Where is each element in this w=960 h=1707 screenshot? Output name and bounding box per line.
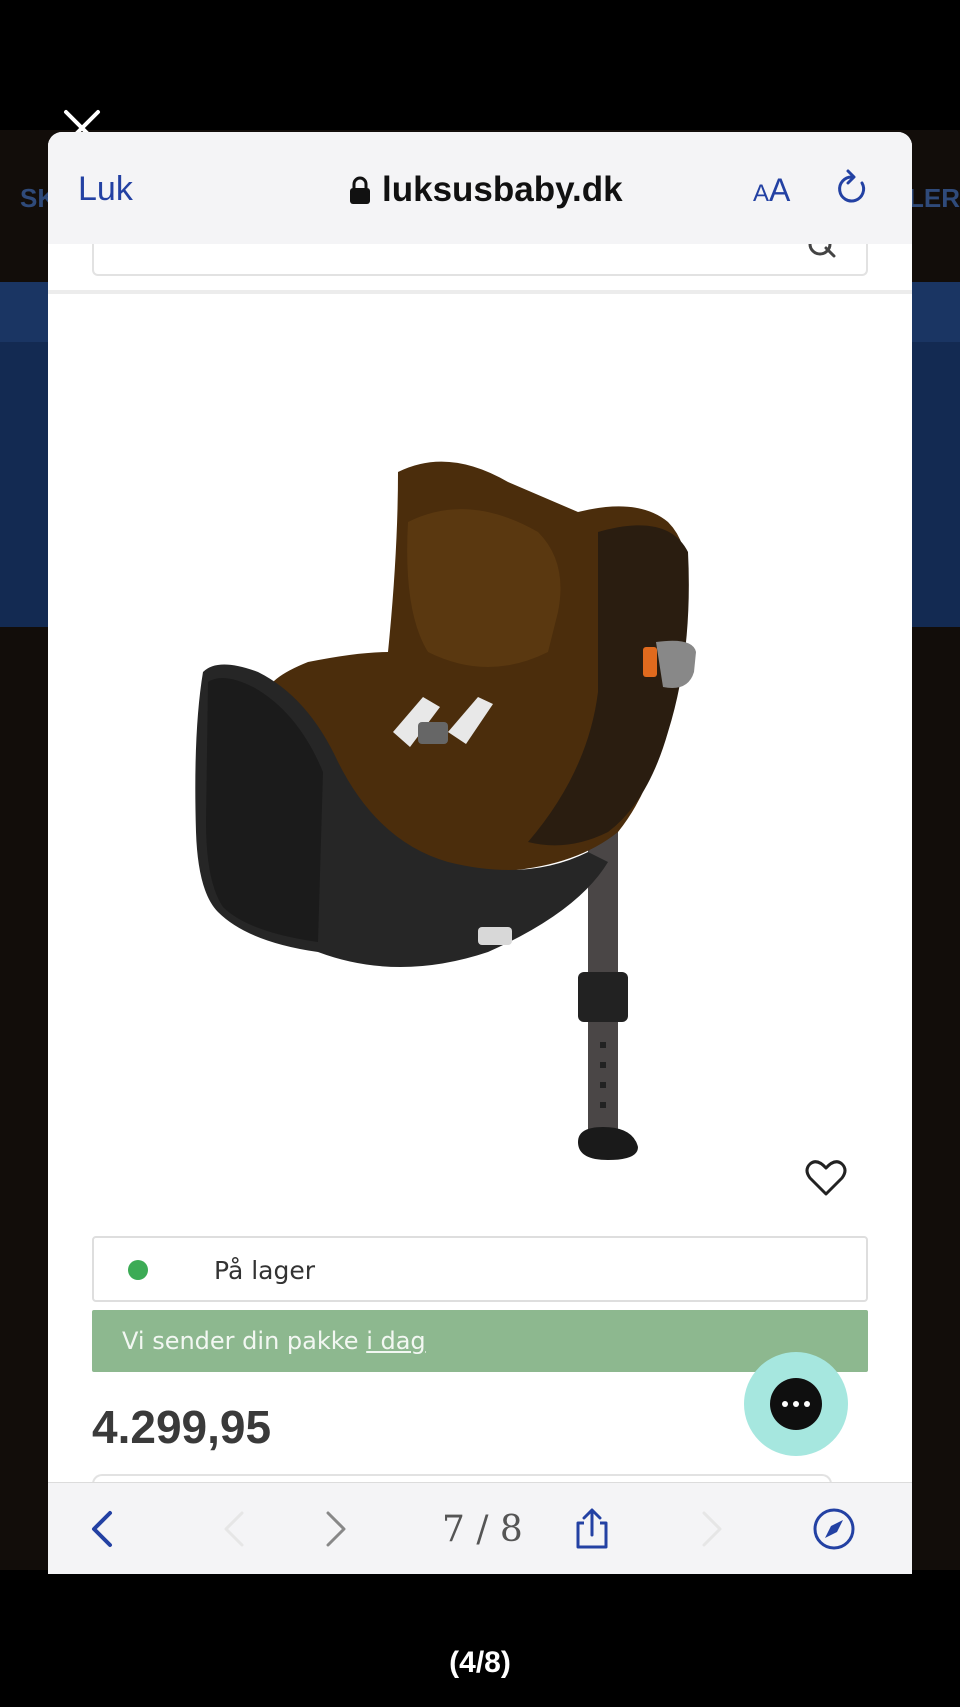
address-bar[interactable]: luksusbaby.dk — [348, 170, 623, 210]
chat-icon — [770, 1378, 822, 1430]
heart-icon[interactable] — [804, 1156, 848, 1200]
image-caption: (4/8) — [449, 1646, 511, 1679]
browser-top-bar: Luk luksusbaby.dk AA — [48, 132, 912, 244]
browser-sheet: Luk luksusbaby.dk AA På lager Vi sender … — [48, 132, 912, 1574]
background-text-right: LER — [908, 183, 960, 213]
url-text: luksusbaby.dk — [382, 170, 623, 209]
share-icon[interactable] — [570, 1507, 614, 1551]
product-image[interactable] — [148, 352, 788, 1272]
lock-icon — [350, 176, 370, 204]
header-divider — [48, 290, 912, 294]
browser-toolbar: 7 / 8 — [48, 1482, 912, 1574]
text-size-button[interactable]: AA — [753, 172, 790, 209]
close-sheet-button[interactable]: Luk — [78, 170, 133, 209]
back-icon[interactable] — [82, 1507, 126, 1551]
search-icon — [808, 244, 836, 258]
in-stock-indicator — [128, 1260, 148, 1280]
shipping-prefix: Vi sender din pakke — [122, 1327, 367, 1355]
text-size-small-glyph: A — [753, 180, 770, 207]
stock-status-label: På lager — [214, 1256, 316, 1285]
product-price: 4.299,95 — [92, 1401, 272, 1453]
chat-button[interactable] — [744, 1352, 848, 1456]
forward-icon — [702, 1511, 722, 1547]
shipping-today-link[interactable]: i dag — [366, 1327, 425, 1355]
compass-icon[interactable] — [812, 1507, 856, 1551]
shipping-text: Vi sender din pakke i dag — [122, 1327, 426, 1355]
next-icon[interactable] — [312, 1507, 356, 1551]
search-input[interactable] — [92, 244, 868, 276]
text-size-large-glyph: A — [769, 172, 791, 208]
stock-status: På lager — [92, 1236, 868, 1302]
prev-icon — [224, 1511, 244, 1547]
reload-icon[interactable] — [832, 167, 872, 211]
shipping-banner: Vi sender din pakke i dag — [92, 1310, 868, 1372]
page-counter: 7 / 8 — [442, 1509, 523, 1550]
